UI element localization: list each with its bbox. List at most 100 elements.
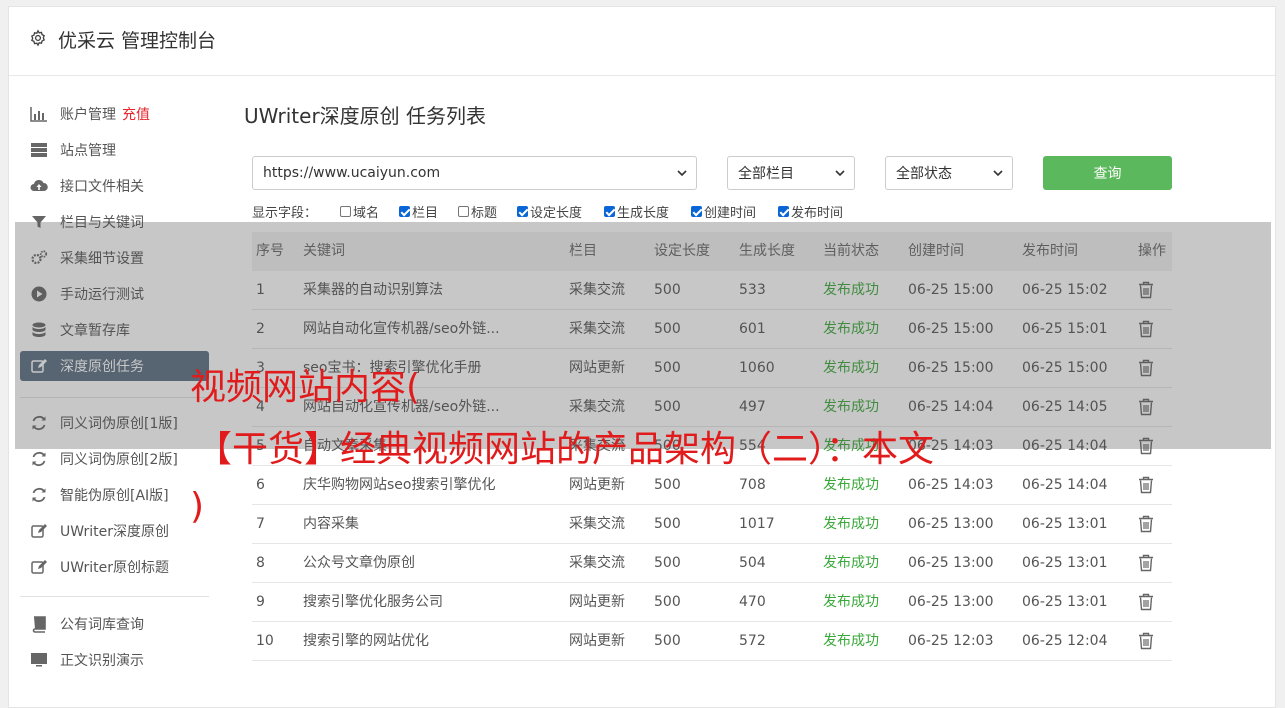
header: 优采云 管理控制台 xyxy=(9,7,1275,76)
field-checkbox-set-length[interactable]: 设定长度 xyxy=(517,202,582,221)
sidebar-item-label: 公有词库查询 xyxy=(60,617,144,633)
chevron-down-icon xyxy=(835,170,845,177)
field-label: 域名 xyxy=(353,206,380,221)
sidebar-item-account[interactable]: 账户管理 充值 xyxy=(20,99,209,129)
checkbox[interactable] xyxy=(517,206,528,217)
field-checkbox-column[interactable]: 栏目 xyxy=(399,202,438,221)
site-select[interactable]: https://www.ucaiyun.com xyxy=(252,156,697,190)
table-cell: 500 xyxy=(654,555,681,571)
delete-button[interactable] xyxy=(1138,583,1156,621)
table-cell: 500 xyxy=(654,633,681,649)
query-button[interactable]: 查询 xyxy=(1043,156,1172,190)
overlay-band xyxy=(15,222,1271,449)
table-cell: 公众号文章伪原创 xyxy=(303,555,415,571)
sidebar-item-public-lexicon[interactable]: 公有词库查询 xyxy=(20,609,209,639)
checkbox[interactable] xyxy=(458,206,469,217)
table-cell: 发布成功 xyxy=(823,594,879,610)
sidebar-item-label: UWriter原创标题 xyxy=(60,560,169,576)
table-cell: 内容采集 xyxy=(303,516,359,532)
status-select-value: 全部状态 xyxy=(896,166,952,182)
trash-icon xyxy=(1139,476,1153,494)
table-cell: 搜索引擎的网站优化 xyxy=(303,633,429,649)
table-cell: 06-25 12:04 xyxy=(1022,633,1108,649)
monitor-icon xyxy=(31,653,47,667)
bar-chart-icon xyxy=(30,107,47,122)
table-cell: 06-25 12:03 xyxy=(908,633,994,649)
field-checkbox-gen-length[interactable]: 生成长度 xyxy=(604,202,669,221)
delete-button[interactable] xyxy=(1138,466,1156,504)
field-checkbox-published[interactable]: 发布时间 xyxy=(778,202,843,221)
table-cell: 10 xyxy=(256,633,274,649)
display-fields-label: 显示字段： xyxy=(252,206,318,221)
table-cell: 06-25 13:00 xyxy=(908,516,994,532)
table-cell: 500 xyxy=(654,594,681,610)
table-cell: 500 xyxy=(654,516,681,532)
edit-icon xyxy=(31,524,47,538)
sidebar-item-label: 智能伪原创[AI版] xyxy=(60,488,169,504)
table-cell: 06-25 13:01 xyxy=(1022,594,1108,610)
sidebar-item-label: UWriter深度原创 xyxy=(60,524,169,540)
table-cell: 发布成功 xyxy=(823,555,879,571)
sidebar-divider xyxy=(20,596,209,597)
trash-icon xyxy=(1139,632,1153,650)
table-cell: 采集交流 xyxy=(569,516,625,532)
table-cell: 发布成功 xyxy=(823,516,879,532)
field-label: 栏目 xyxy=(412,206,439,221)
cloud-upload-icon xyxy=(30,179,48,191)
trash-icon xyxy=(1139,554,1153,572)
table-cell: 采集交流 xyxy=(569,555,625,571)
watermark-line-2: 【干货】经典视频网站的产品架构（二）：本文 xyxy=(196,429,935,470)
table-row: 7 内容采集 采集交流 500 1017 发布成功 06-25 13:00 06-25 13:… xyxy=(252,505,1172,544)
column-select-value: 全部栏目 xyxy=(738,166,794,182)
trash-icon xyxy=(1139,593,1153,611)
table-cell: 7 xyxy=(256,516,265,532)
field-label: 生成长度 xyxy=(617,206,670,221)
table-cell: 9 xyxy=(256,594,265,610)
sidebar-item-uwriter-deep[interactable]: UWriter深度原创 xyxy=(20,516,209,546)
refresh-icon xyxy=(32,451,46,467)
table-row: 9 搜索引擎优化服务公司 网站更新 500 470 发布成功 06-25 13:00 06-2… xyxy=(252,583,1172,622)
sidebar-item-label: 正文识别演示 xyxy=(60,653,144,669)
table-cell: 发布成功 xyxy=(823,633,879,649)
table-cell: 06-25 13:00 xyxy=(908,594,994,610)
delete-button[interactable] xyxy=(1138,622,1156,660)
table-row: 10 搜索引擎的网站优化 网站更新 500 572 发布成功 06-25 12:03 06-2… xyxy=(252,622,1172,661)
field-checkbox-title[interactable]: 标题 xyxy=(458,202,497,221)
status-select[interactable]: 全部状态 xyxy=(885,156,1013,190)
table-cell: 1017 xyxy=(739,516,775,532)
table-cell: 06-25 14:04 xyxy=(1022,477,1108,493)
sidebar-item-label: 站点管理 xyxy=(60,143,116,159)
checkbox[interactable] xyxy=(691,206,702,217)
sidebar-item-label: 同义词伪原创[2版] xyxy=(60,452,178,468)
sidebar-item-ai-rewrite[interactable]: 智能伪原创[AI版] xyxy=(20,480,209,510)
table-cell: 8 xyxy=(256,555,265,571)
checkbox[interactable] xyxy=(399,206,410,217)
field-label: 设定长度 xyxy=(530,206,583,221)
chevron-down-icon xyxy=(993,170,1003,177)
field-checkbox-created[interactable]: 创建时间 xyxy=(691,202,756,221)
trash-icon xyxy=(1139,515,1153,533)
checkbox[interactable] xyxy=(604,206,615,217)
table-cell: 搜索引擎优化服务公司 xyxy=(303,594,443,610)
sidebar-item-interface-files[interactable]: 接口文件相关 xyxy=(20,171,209,201)
sidebar-item-uwriter-title[interactable]: UWriter原创标题 xyxy=(20,552,209,582)
field-label: 发布时间 xyxy=(791,206,844,221)
watermark-line-1: 视频网站内容( xyxy=(190,367,421,408)
checkbox[interactable] xyxy=(340,206,351,217)
column-select[interactable]: 全部栏目 xyxy=(727,156,855,190)
delete-button[interactable] xyxy=(1138,505,1156,543)
recharge-link[interactable]: 充值 xyxy=(122,104,150,124)
table-cell: 06-25 13:01 xyxy=(1022,516,1108,532)
watermark-line-3: ) xyxy=(190,486,205,527)
site-select-value: https://www.ucaiyun.com xyxy=(263,165,441,181)
table-cell: 572 xyxy=(739,633,766,649)
chevron-down-icon xyxy=(677,170,687,177)
sidebar-item-label: 账户管理 xyxy=(60,107,116,123)
field-label: 标题 xyxy=(471,206,498,221)
checkbox[interactable] xyxy=(778,206,789,217)
field-label: 创建时间 xyxy=(704,206,757,221)
server-icon xyxy=(31,143,47,157)
delete-button[interactable] xyxy=(1138,544,1156,582)
sidebar-item-sites[interactable]: 站点管理 xyxy=(20,135,209,165)
field-checkbox-domain[interactable]: 域名 xyxy=(340,202,379,221)
